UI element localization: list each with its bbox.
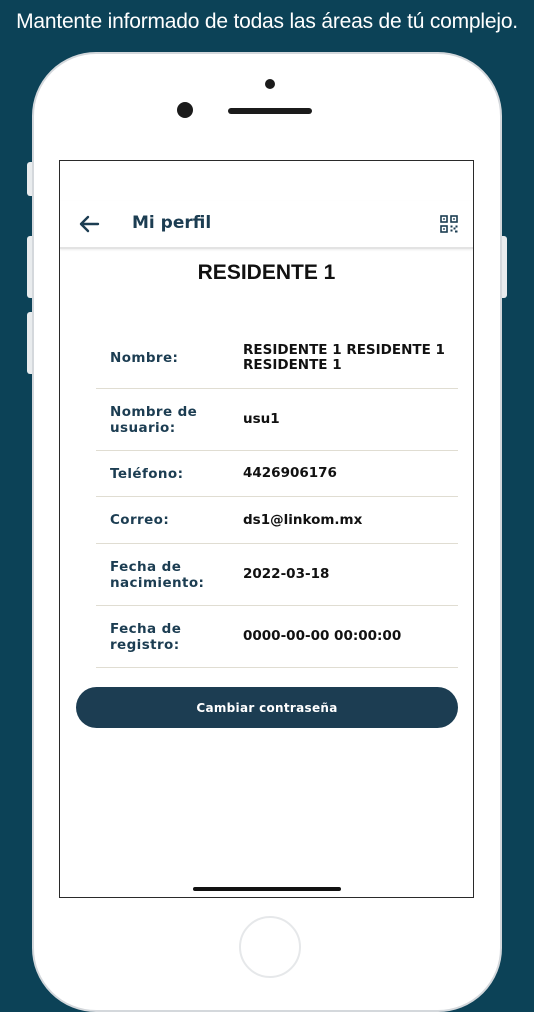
proximity-sensor: [265, 79, 275, 89]
home-button: [239, 916, 301, 978]
arrow-left-icon[interactable]: [78, 214, 100, 234]
profile-row-birthdate: Fecha de nacimiento: 2022-03-18: [96, 544, 458, 606]
field-label: Fecha de nacimiento:: [110, 558, 205, 591]
app-screen: Mi perfil RESIDENTE 1 Nombre: RESIDENTE …: [59, 160, 474, 898]
field-value: 0000-00-00 00:00:00: [243, 628, 402, 644]
home-indicator: [193, 887, 341, 891]
field-label: Nombre de usuario:: [110, 403, 198, 436]
change-password-button[interactable]: Cambiar contraseña: [76, 687, 458, 728]
field-value: RESIDENTE 1 RESIDENTE 1 RESIDENTE 1: [243, 341, 445, 373]
field-label: Teléfono:: [110, 465, 184, 482]
profile-row-username: Nombre de usuario: usu1: [96, 389, 458, 451]
field-label: Nombre:: [110, 349, 179, 366]
field-value: usu1: [243, 411, 280, 427]
field-label: Fecha de registro:: [110, 620, 182, 653]
field-value: 2022-03-18: [243, 566, 330, 582]
earpiece-speaker: [228, 108, 312, 114]
profile-details: Nombre: RESIDENTE 1 RESIDENTE 1 RESIDENT…: [96, 327, 458, 668]
resident-name-heading: RESIDENTE 1: [197, 261, 336, 284]
profile-row-registration-date: Fecha de registro: 0000-00-00 00:00:00: [96, 606, 458, 668]
field-label: Correo:: [110, 512, 170, 528]
app-bar: Mi perfil: [60, 201, 473, 249]
front-camera: [177, 102, 193, 118]
qr-code-icon[interactable]: [440, 215, 458, 233]
profile-row-email: Correo: ds1@linkom.mx: [96, 497, 458, 544]
field-value: 4426906176: [243, 465, 337, 481]
field-value: ds1@linkom.mx: [243, 511, 363, 528]
profile-row-phone: Teléfono: 4426906176: [96, 451, 458, 497]
marketing-tagline: Mantente informado de todas las áreas de…: [16, 10, 518, 33]
profile-row-name: Nombre: RESIDENTE 1 RESIDENTE 1 RESIDENT…: [96, 327, 458, 389]
page-title: Mi perfil: [132, 213, 212, 233]
